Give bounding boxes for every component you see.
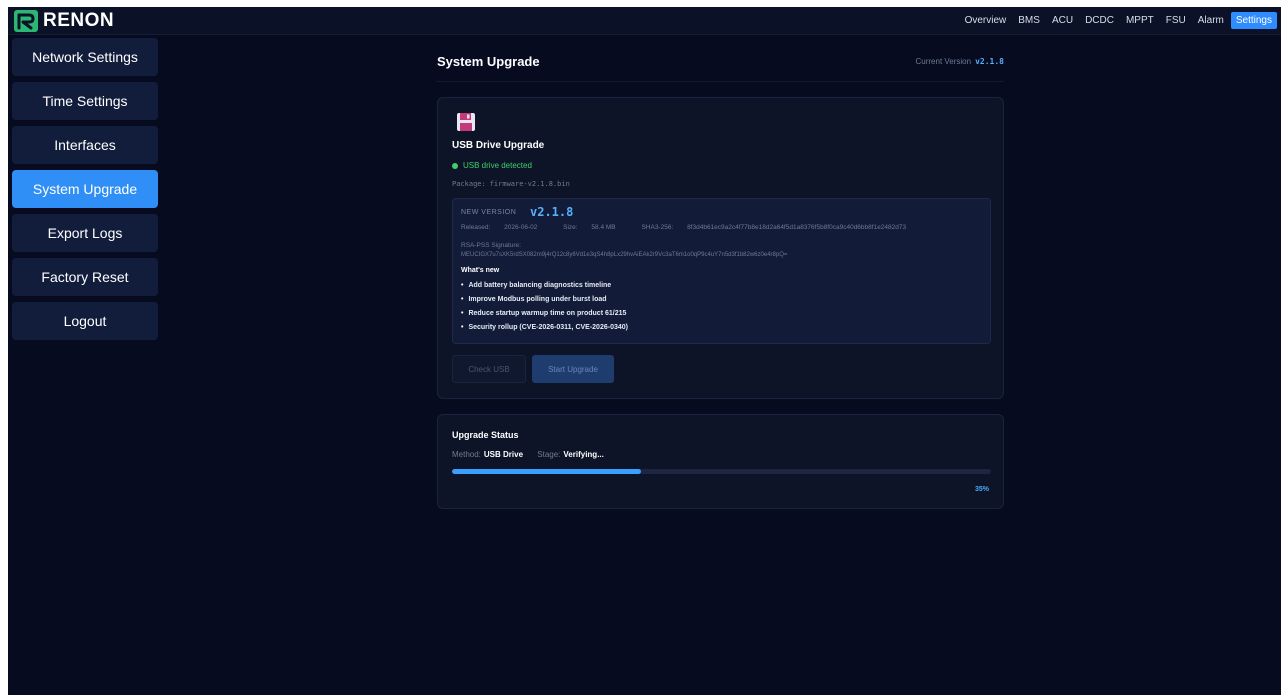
progress-fill [452,469,641,474]
sidebar-item-logout[interactable]: Logout [12,302,158,340]
package-line: Package: firmware-v2.1.8.bin [452,180,570,188]
package-name: firmware-v2.1.8.bin [489,180,570,188]
check-usb-button[interactable]: Check USB [452,355,526,383]
status-dot-icon [452,162,458,169]
nav-item-dcdc[interactable]: DCDC [1080,12,1119,29]
new-version-panel: NEW VERSION v2.1.8 Released: 2026-06-02 … [452,198,991,344]
current-version-label: Current Version [915,57,972,66]
sha-field: SHA3-256: 8f3d4b61ec9a2c4f77b8e18d2a64f5… [641,224,907,231]
floppy-disk-icon [457,113,475,131]
top-nav: Overview BMS ACU DCDC MPPT FSU Alarm Settings [960,12,1277,29]
changelog-list: Add battery balancing diagnostics timeli… [461,281,628,337]
changelog-item: Reduce startup warmup time on product 61… [461,309,628,323]
top-bar: RENON Overview BMS ACU DCDC MPPT FSU Alarm Sett… [8,7,1281,35]
nav-item-mppt[interactable]: MPPT [1121,12,1159,29]
sidebar-item-export-logs[interactable]: Export Logs [12,214,158,252]
main-content: System Upgrade Current Version v2.1.8 USB… [436,38,1004,509]
progress-percent: 35% [974,486,989,493]
changelog-item: Add battery balancing diagnostics timeli… [461,281,628,295]
usb-title: USB Drive Upgrade [452,140,545,151]
page-title: System Upgrade [437,54,540,69]
changelog-item: Improve Modbus polling under burst load [461,295,628,309]
release-meta: Released: 2026-06-02 Size: 58.4 MB SHA3-… [461,224,930,231]
logo: RENON [14,10,114,32]
sidebar-item-interfaces[interactable]: Interfaces [12,126,158,164]
upgrade-status-card: Upgrade Status Method: USB Drive Stage: Ve… [437,414,1004,509]
progress-bar [452,469,991,474]
start-upgrade-button[interactable]: Start Upgrade [532,355,614,383]
usb-detected-text: USB drive detected [463,161,532,170]
nav-item-overview[interactable]: Overview [960,12,1012,29]
usb-detected-status: USB drive detected [452,161,532,170]
current-version: Current Version v2.1.8 [916,57,1005,66]
sidebar-item-factory-reset[interactable]: Factory Reset [12,258,158,296]
current-version-value: v2.1.8 [975,57,1004,66]
sidebar-item-system-upgrade[interactable]: System Upgrade [12,170,158,208]
stage-label: Stage: [537,450,561,459]
settings-sidebar: Network Settings Time Settings Interfaces S… [12,38,158,346]
new-version-label: NEW VERSION [461,209,517,216]
upgrade-status-title: Upgrade Status [452,430,519,440]
page-header: System Upgrade Current Version v2.1.8 [436,38,1004,82]
released-field: Released: 2026-06-02 [461,224,538,231]
renon-logo-icon [14,10,38,32]
package-label: Package: [452,180,486,188]
nav-item-acu[interactable]: ACU [1047,12,1078,29]
stage-value: Verifying... [563,450,604,459]
usb-upgrade-card: USB Drive Upgrade USB drive detected Pac… [437,97,1004,399]
nav-item-alarm[interactable]: Alarm [1193,12,1229,29]
app-window: RENON Overview BMS ACU DCDC MPPT FSU Alarm Sett… [8,7,1281,695]
new-version-value: v2.1.8 [530,205,574,219]
signature-label: RSA-PSS Signature: [461,242,521,249]
status-details: Method: USB Drive Stage: Verifying... [452,450,616,459]
nav-item-bms[interactable]: BMS [1013,12,1045,29]
method-label: Method: [452,450,481,459]
size-field: Size: 58.4 MB [563,224,616,231]
nav-item-fsu[interactable]: FSU [1161,12,1191,29]
sidebar-item-time-settings[interactable]: Time Settings [12,82,158,120]
whats-new-heading: What's new [461,267,500,274]
method-value: USB Drive [483,450,524,459]
brand-name: RENON [43,10,115,31]
sidebar-item-network-settings[interactable]: Network Settings [12,38,158,76]
signature-value: MEUCIGX7u7sXK5rdSX082m9j4rQ12c8y6Vd1e3qS… [461,252,788,258]
nav-item-settings[interactable]: Settings [1230,12,1277,29]
changelog-item: Security rollup (CVE-2026-0311, CVE-2026… [461,323,628,337]
